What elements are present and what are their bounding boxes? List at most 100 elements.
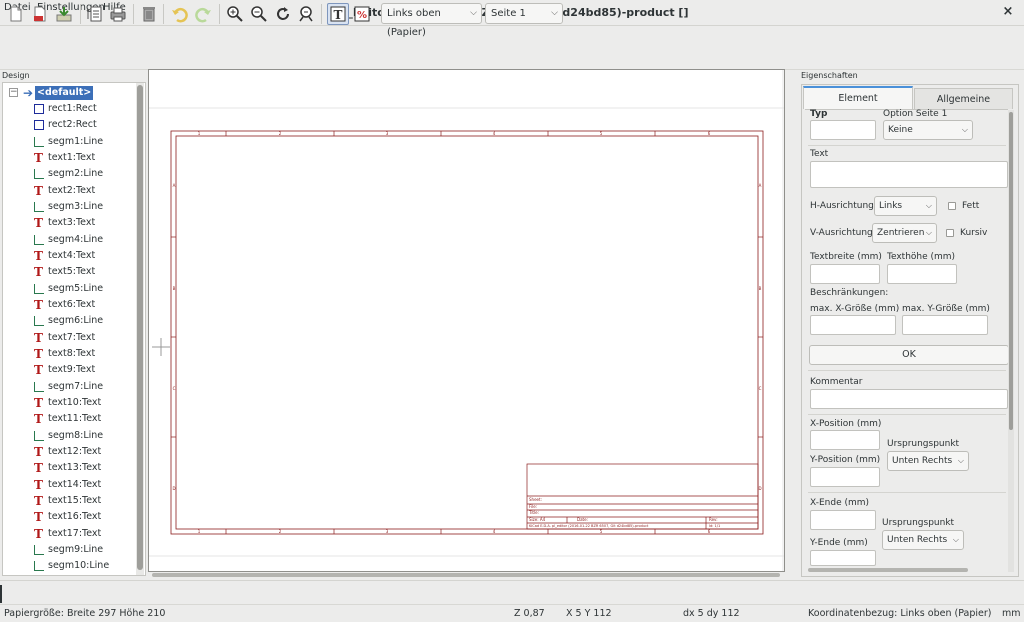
tree-scrollbar-thumb[interactable] xyxy=(137,85,143,570)
svg-text:2: 2 xyxy=(279,529,282,534)
italic-checkbox[interactable] xyxy=(946,229,954,237)
text-icon: T xyxy=(34,150,43,165)
tree-item-label: segm9:Line xyxy=(48,543,104,555)
print-icon[interactable] xyxy=(107,3,129,25)
text-field[interactable] xyxy=(810,161,1008,188)
origin-select[interactable]: Unten Rechts ⌵ xyxy=(887,451,969,471)
type-field[interactable] xyxy=(810,120,876,140)
max-y-field[interactable] xyxy=(902,315,988,335)
origin2-select[interactable]: Unten Rechts ⌵ xyxy=(882,530,964,550)
save-icon[interactable] xyxy=(53,3,75,25)
delete-icon[interactable] xyxy=(138,3,160,25)
origin2-label: Ursprungspunkt xyxy=(882,518,955,528)
tree-item-text[interactable]: Ttext16:Text xyxy=(3,509,133,525)
tree-item-text[interactable]: Ttext11:Text xyxy=(3,411,133,427)
tree-item-text[interactable]: Ttext15:Text xyxy=(3,493,133,509)
tree-item-line[interactable]: segm2:Line xyxy=(3,166,133,182)
tree-item-text[interactable]: Ttext13:Text xyxy=(3,460,133,476)
tree-item-label: text2:Text xyxy=(48,184,96,196)
svg-text:3: 3 xyxy=(386,131,389,136)
menu-bar xyxy=(0,26,1024,42)
tree-item-line[interactable]: segm5:Line xyxy=(3,281,133,297)
drawing-canvas[interactable]: 1 2 3 4 5 6 1 2 3 4 5 6 A B C D A B C D Sheet: File: Tit… xyxy=(148,69,785,572)
x-position-field[interactable] xyxy=(810,430,880,450)
max-x-field[interactable] xyxy=(810,315,896,335)
tree-item-line[interactable]: segm7:Line xyxy=(3,379,133,395)
text-icon: T xyxy=(34,363,43,378)
tree-item-line[interactable]: segm8:Line xyxy=(3,428,133,444)
text-mode-icon[interactable]: T xyxy=(327,3,349,25)
tree-item-line[interactable]: segm10:Line xyxy=(3,558,133,574)
y-position-field[interactable] xyxy=(810,467,880,487)
line-icon xyxy=(34,136,44,147)
page-settings-icon[interactable] xyxy=(84,3,106,25)
tab-element-properties[interactable]: Element Eigenschaften xyxy=(803,86,913,125)
tree-item-text[interactable]: Ttext2:Text xyxy=(3,183,133,199)
chevron-down-icon: ⌵ xyxy=(551,8,558,18)
tree-item-text[interactable]: Ttext3:Text xyxy=(3,215,133,231)
text-height-field[interactable] xyxy=(887,264,957,284)
tree-item-label: text5:Text xyxy=(48,266,96,278)
tree-item-label: text16:Text xyxy=(48,511,102,523)
page-option-select[interactable]: Keine ⌵ xyxy=(883,120,973,140)
svg-text:T: T xyxy=(334,8,343,22)
redo-icon[interactable] xyxy=(193,3,215,25)
bold-checkbox[interactable] xyxy=(948,202,956,210)
tree-item-text[interactable]: Ttext17:Text xyxy=(3,526,133,542)
toolbar-separator xyxy=(163,4,164,24)
origin-select[interactable]: Links oben (Papier) ⌵ xyxy=(381,3,482,38)
tree-item-text[interactable]: Ttext5:Text xyxy=(3,264,133,280)
text-icon: T xyxy=(34,183,43,198)
y-end-field[interactable] xyxy=(810,550,876,566)
tree-item-line[interactable]: segm1:Line xyxy=(3,134,133,150)
page-select[interactable]: Seite 1 ⌵ xyxy=(485,3,563,24)
collapse-icon[interactable]: − xyxy=(9,88,18,97)
tree-item-text[interactable]: Ttext8:Text xyxy=(3,346,133,362)
zoom-fit-icon[interactable] xyxy=(296,3,318,25)
tree-item-text[interactable]: Ttext14:Text xyxy=(3,477,133,493)
close-button[interactable]: × xyxy=(1000,4,1016,20)
properties-hscrollbar-thumb[interactable] xyxy=(808,568,968,572)
h-align-label: H-Ausrichtung xyxy=(810,201,874,211)
constraint-mode-icon[interactable]: % xyxy=(351,3,373,25)
tree-item-rect[interactable]: rect1:Rect xyxy=(3,101,133,117)
titleblock-id: Id: 1/1 xyxy=(709,524,720,528)
v-align-select[interactable]: Zentrieren ⌵ xyxy=(872,223,937,243)
tree-item-text[interactable]: Ttext7:Text xyxy=(3,330,133,346)
tree-item-label: segm10:Line xyxy=(48,560,110,572)
tree-item-text[interactable]: Ttext4:Text xyxy=(3,248,133,264)
tree-item-line[interactable]: segm3:Line xyxy=(3,199,133,215)
design-tree[interactable]: − ➔ <default> rect1:Rect rect2:Rect segm1:… xyxy=(2,82,146,576)
redraw-icon[interactable] xyxy=(272,3,294,25)
ok-button[interactable]: OK xyxy=(809,345,1009,365)
canvas-hscrollbar-thumb[interactable] xyxy=(152,573,780,577)
tree-item-line[interactable]: segm9:Line xyxy=(3,542,133,558)
text-width-field[interactable] xyxy=(810,264,880,284)
divider xyxy=(808,370,1006,371)
h-align-select[interactable]: Links ⌵ xyxy=(874,196,937,216)
tree-item-rect[interactable]: rect2:Rect xyxy=(3,117,133,133)
undo-icon[interactable] xyxy=(168,3,190,25)
tree-item-text[interactable]: Ttext1:Text xyxy=(3,150,133,166)
zoom-out-icon[interactable] xyxy=(248,3,270,25)
x-end-field[interactable] xyxy=(810,510,876,530)
new-file-icon[interactable] xyxy=(5,3,27,25)
tree-item-text[interactable]: Ttext9:Text xyxy=(3,362,133,378)
tree-item-text[interactable]: Ttext6:Text xyxy=(3,297,133,313)
tree-root[interactable]: − ➔ <default> xyxy=(3,85,143,101)
svg-text:D: D xyxy=(758,486,761,491)
titleblock-size: Size: A4 xyxy=(529,517,546,522)
tree-item-text[interactable]: Ttext10:Text xyxy=(3,395,133,411)
comment-field[interactable] xyxy=(810,389,1008,409)
pdf-icon[interactable] xyxy=(29,3,51,25)
tree-item-text[interactable]: Ttext12:Text xyxy=(3,444,133,460)
tree-root-label[interactable]: <default> xyxy=(35,86,94,100)
tab-general-options[interactable]: Allgemeine Optionen xyxy=(914,88,1013,126)
tree-item-line[interactable]: segm6:Line xyxy=(3,313,133,329)
tree-item-line[interactable]: segm4:Line xyxy=(3,232,133,248)
svg-text:C: C xyxy=(173,386,176,391)
properties-vscrollbar-thumb[interactable] xyxy=(1009,112,1013,430)
zoom-in-icon[interactable] xyxy=(224,3,246,25)
tree-item-label: rect2:Rect xyxy=(48,119,97,131)
chevron-down-icon: ⌵ xyxy=(961,125,968,134)
